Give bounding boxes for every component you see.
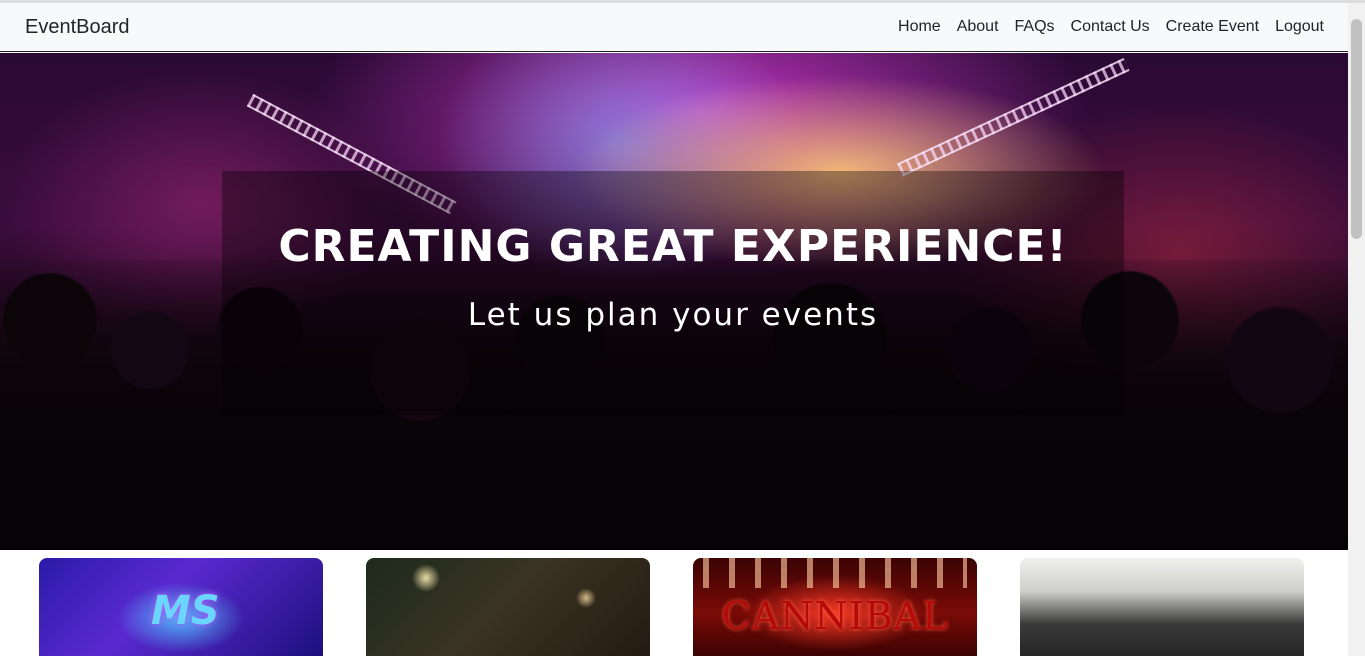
spotlights [703,558,967,588]
event-card[interactable] [1020,558,1304,656]
event-card[interactable]: MS [39,558,323,656]
hero-title: CREATING GREAT EXPERIENCE! [278,221,1068,272]
event-poster-title: CANNIBAL [721,594,949,638]
hero-subtitle: Let us plan your events [467,297,879,333]
event-cards: MS CANNIBAL [0,550,1348,656]
nav-link-faqs[interactable]: FAQs [1007,18,1063,36]
nav-link-home[interactable]: Home [890,18,949,36]
event-card[interactable] [366,558,650,656]
vertical-scrollbar[interactable] [1348,3,1365,656]
nav-link-create-event[interactable]: Create Event [1158,18,1267,36]
nav-link-logout[interactable]: Logout [1267,18,1324,36]
scrollbar-thumb[interactable] [1351,19,1362,239]
hero-caption-box [222,171,1124,415]
nav-link-contact-us[interactable]: Contact Us [1063,18,1158,36]
event-poster-logo: MS [151,588,220,634]
event-card[interactable]: CANNIBAL [693,558,977,656]
brand-link[interactable]: EventBoard [25,16,130,39]
stage-truss-right [897,58,1130,177]
navbar: EventBoard Home About FAQs Contact Us Cr… [0,3,1348,52]
nav-link-about[interactable]: About [949,18,1007,36]
hero-banner: CREATING GREAT EXPERIENCE! Let us plan y… [0,53,1348,550]
nav-links: Home About FAQs Contact Us Create Event … [890,18,1324,36]
